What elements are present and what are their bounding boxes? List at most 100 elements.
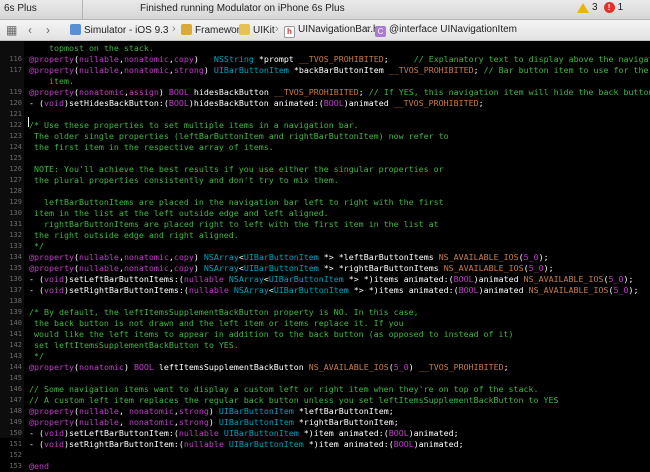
- code-token: nonatomic: [78, 87, 124, 97]
- code-line: 126 NOTE: You'll achieve the best result…: [0, 164, 650, 175]
- code-token: ): [208, 406, 219, 416]
- warning-count: 3: [592, 2, 598, 14]
- code-token: *> *)items animated:(: [348, 285, 459, 295]
- code-line: 129 leftBarButtonItems are placed in the…: [0, 197, 650, 208]
- source-editor[interactable]: topmost on the stack. 116 @property(nullab…: [0, 41, 650, 471]
- line-number: 116: [9, 55, 22, 63]
- line-number: 150: [9, 429, 22, 437]
- code-line: 135 @property(nullable,nonatomic,copy) NS…: [0, 263, 650, 274]
- breadcrumb-uikit[interactable]: UIKit: [239, 24, 275, 36]
- code-token: BOOL: [168, 98, 189, 108]
- code-token: nonatomic: [123, 263, 169, 273]
- code-token: the back button is not drawn and the lef…: [29, 318, 404, 328]
- code-token: nonatomic: [128, 417, 174, 427]
- code-token: UIBarButtonItem: [218, 417, 294, 427]
- code-text: */: [29, 241, 44, 252]
- code-token: nonatomic: [123, 54, 169, 64]
- code-token: nullable: [188, 285, 229, 295]
- code-token: nullable: [78, 252, 119, 262]
- code-token: NS_AVAILABLE_IOS: [308, 362, 389, 372]
- header-file-icon: h: [284, 26, 295, 38]
- line-number: 128: [9, 187, 22, 195]
- code-token: @property: [29, 54, 74, 64]
- code-token: )setHidesBackButton:(: [63, 98, 169, 108]
- code-token: )animated;: [408, 428, 459, 438]
- line-number: 146: [9, 385, 22, 393]
- code-token: )setRightBarButtonItem:(: [63, 439, 184, 449]
- code-token: 5_0: [393, 362, 409, 372]
- code-token: );: [623, 274, 634, 284]
- code-token: *> *leftBarButtonItems: [318, 252, 439, 262]
- code-token: )hidesBackButton animated:(: [188, 98, 324, 108]
- line-number: 136: [9, 275, 22, 283]
- code-line: 141 would like the left items to appear …: [0, 329, 650, 340]
- code-line: 124 the first item in the respective arr…: [0, 142, 650, 153]
- code-token: // Some navigation items want to display…: [29, 384, 539, 394]
- code-token: void: [44, 428, 64, 438]
- issue-indicators[interactable]: 3! 1: [577, 2, 623, 13]
- code-token: BOOL: [168, 87, 189, 97]
- code-token: topmost on the stack.: [29, 43, 154, 53]
- code-token: void: [44, 439, 64, 449]
- forward-chevron-icon[interactable]: ›: [46, 23, 50, 37]
- code-token: assign: [128, 87, 159, 97]
- simulator-icon: [70, 24, 81, 35]
- code-token: )setLeftBarButtonItem:(: [63, 428, 179, 438]
- code-token: hidesBackButton: [188, 87, 274, 97]
- line-number: 131: [9, 220, 22, 228]
- code-token: ): [193, 54, 214, 64]
- line-number: 135: [9, 264, 22, 272]
- code-token: nullable: [78, 65, 119, 75]
- code-token: void: [44, 274, 64, 284]
- code-token: ,: [118, 406, 129, 416]
- breadcrumb-header-file[interactable]: h UINavigationBar.h: [284, 24, 379, 38]
- code-text: the first item in the respective array o…: [29, 142, 274, 153]
- line-number: 139: [9, 308, 22, 316]
- line-number: 147: [9, 396, 22, 404]
- back-chevron-icon[interactable]: ‹: [28, 23, 32, 37]
- code-token: UIBarButtonItem: [223, 428, 299, 438]
- code-token: );: [543, 263, 554, 273]
- code-line: 140 the back button is not drawn and the…: [0, 318, 650, 329]
- code-token: nonatomic: [128, 406, 174, 416]
- text-cursor: [28, 117, 29, 127]
- code-line: 147 // A custom left item replaces the re…: [0, 395, 650, 406]
- code-text: /* Use these properties to set multiple …: [29, 120, 359, 131]
- code-text: @end: [29, 461, 49, 472]
- code-token: @property: [29, 87, 74, 97]
- related-items-icon[interactable]: ▦: [6, 23, 17, 37]
- code-token: )animated: [478, 285, 529, 295]
- code-line: 139 /* By default, the leftItemsSupplemen…: [0, 307, 650, 318]
- code-token: 5_0: [528, 263, 544, 273]
- code-text: the plural properties consistently and d…: [29, 175, 339, 186]
- jump-bar: ▦ ‹ › Simulator - iOS 9.3 › Frameworks ›…: [0, 20, 650, 41]
- code-token: 5_0: [523, 252, 539, 262]
- code-token: NS_AVAILABLE_IOS: [443, 263, 524, 273]
- framework-icon: [239, 24, 250, 35]
- code-text: leftBarButtonItems are placed in the nav…: [29, 197, 444, 208]
- code-line: 117 @property(nullable,nonatomic,strong) …: [0, 65, 650, 76]
- code-token: nullable: [178, 428, 219, 438]
- code-token: ;: [478, 98, 484, 108]
- code-token: nonatomic: [123, 252, 169, 262]
- code-line: 151 - (void)setRightBarButtonItem:(nullab…: [0, 439, 650, 450]
- code-text: // Some navigation items want to display…: [29, 384, 539, 395]
- code-token: strong: [178, 417, 209, 427]
- code-token: __TVOS_PROHIBITED: [418, 362, 504, 372]
- code-token: ,: [118, 417, 129, 427]
- code-token: the plural properties consistently and d…: [29, 175, 339, 185]
- code-line: 143 */: [0, 351, 650, 362]
- code-token: )animated: [473, 274, 524, 284]
- breadcrumb-interface[interactable]: C @interface UINavigationItem: [375, 24, 517, 37]
- error-count: 1: [617, 2, 624, 14]
- code-token: // Explanatory text to display above the…: [413, 54, 650, 64]
- code-line: 121: [0, 109, 650, 120]
- code-line: 145: [0, 373, 650, 384]
- code-token: nullable: [183, 439, 224, 449]
- code-token: - (: [29, 439, 44, 449]
- code-line: 150 - (void)setLeftBarButtonItem:(nullabl…: [0, 428, 650, 439]
- code-token: strong: [173, 65, 204, 75]
- code-token: leftItemsSupplementBackButton: [153, 362, 309, 372]
- breadcrumb-simulator[interactable]: Simulator - iOS 9.3: [70, 24, 168, 36]
- line-number: 124: [9, 143, 22, 151]
